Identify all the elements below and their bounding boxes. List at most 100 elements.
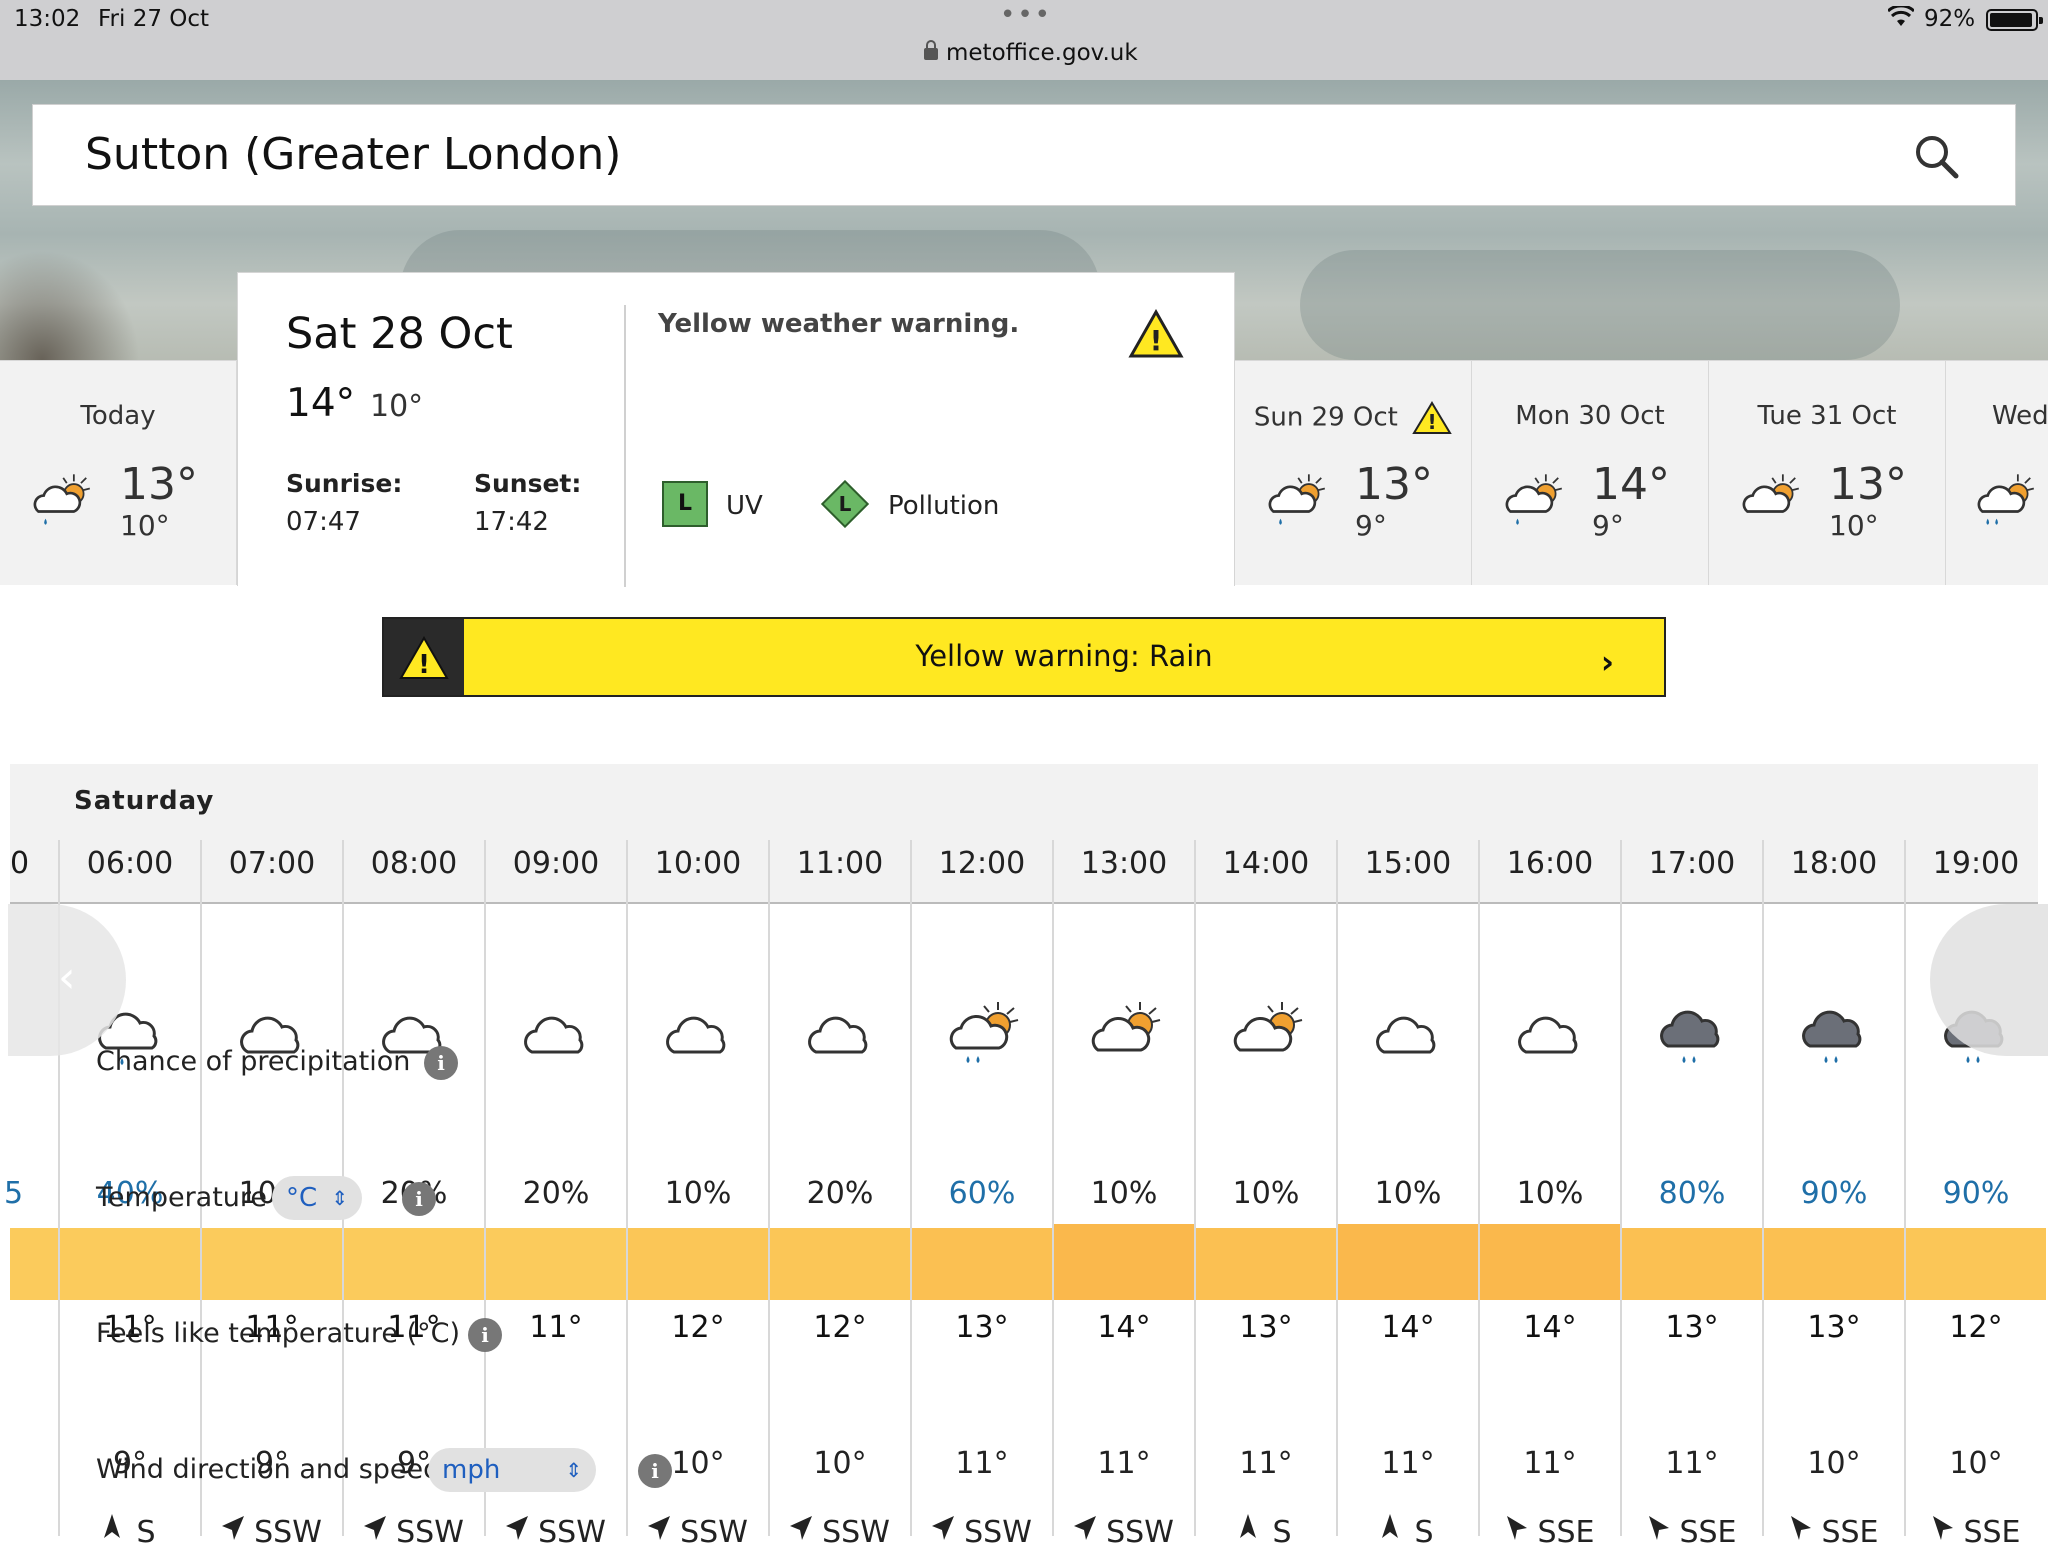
temperature-value: 12° <box>671 1310 725 1345</box>
wind-arrow-icon <box>506 1516 529 1540</box>
wind-direction: SSW <box>680 1515 748 1550</box>
sunny-interval-icon <box>1233 1002 1303 1052</box>
wind-value: SSE <box>1906 1514 2046 1550</box>
hour-time: 06:00 <box>86 846 174 881</box>
cloud-icon <box>1376 1016 1436 1054</box>
tab-name: Tue 31 Oct <box>1757 401 1897 431</box>
partial-precip: 5 <box>4 1176 24 1211</box>
wind-arrow-icon <box>1507 1516 1528 1540</box>
wind-arrow-icon <box>790 1516 813 1540</box>
wind-arrow-icon <box>364 1516 387 1540</box>
sunrise-label: Sunrise: <box>286 469 403 498</box>
location-search[interactable]: Sutton (Greater London) <box>32 104 2016 206</box>
wind-arrow-icon <box>1074 1516 1097 1540</box>
divider <box>624 305 626 587</box>
tab-low: 9° <box>1592 509 1624 542</box>
status-date: Fri 27 Oct <box>98 6 210 32</box>
feels-like-label: Feels like temperature (°C) <box>96 1318 461 1349</box>
wind-value: S <box>1196 1514 1336 1550</box>
temp-unit: °C <box>286 1183 318 1213</box>
lock-icon <box>924 40 938 60</box>
hour-column: 13:00 10% 14° 11° SSW <box>1052 840 1194 1550</box>
wind-arrow-icon <box>1649 1516 1670 1540</box>
sunny-interval-cloud-icon <box>1742 474 1800 513</box>
hour-column: 15:00 10% 14° 11° S <box>1336 840 1478 1550</box>
location-name: Sutton (Greater London) <box>85 129 622 180</box>
battery-icon <box>1986 9 2043 31</box>
tab-high: 13° <box>1829 459 1907 510</box>
tab-low: 10° <box>1829 509 1879 542</box>
wind-direction: SSW <box>964 1515 1032 1550</box>
feels-like-value: 11° <box>1523 1446 1577 1481</box>
uv-label[interactable]: UV <box>726 491 763 521</box>
more-dots-icon[interactable]: ••• <box>1000 0 1052 30</box>
hour-time: 16:00 <box>1506 846 1594 881</box>
pollution-label[interactable]: Pollution <box>888 491 999 521</box>
wifi-icon <box>1886 4 1916 34</box>
tab-high: 13° <box>1355 459 1433 510</box>
hour-time: 18:00 <box>1790 846 1878 881</box>
sunny-interval-light-rain-icon <box>33 474 91 525</box>
tab-wed[interactable]: Wed <box>1946 360 2048 585</box>
wind-value: SSE <box>1480 1514 1620 1550</box>
wind-direction: S <box>1414 1515 1434 1550</box>
hour-time: 11:00 <box>796 846 884 881</box>
tab-high: 13° <box>120 459 198 510</box>
address-bar[interactable]: metoffice.gov.uk <box>924 40 1138 66</box>
precipitation-value: 80% <box>1658 1176 1726 1211</box>
feels-like-value: 11° <box>1097 1446 1151 1481</box>
feels-like-value: 11° <box>955 1446 1009 1481</box>
precipitation-value: 20% <box>522 1176 590 1211</box>
tab-mon-30-oct[interactable]: Mon 30 Oct 14° 9° <box>1472 360 1709 585</box>
temperature-value: 11° <box>529 1310 583 1345</box>
wind-value: SSE <box>1764 1514 1904 1550</box>
pollution-badge[interactable]: L <box>820 479 870 529</box>
temperature-label: Temperature <box>96 1182 268 1213</box>
temperature-unit-select[interactable]: °C ⇕ <box>272 1176 362 1220</box>
tab-low: 10° <box>120 509 170 542</box>
precipitation-value: 20% <box>806 1176 874 1211</box>
tab-sun-29-oct[interactable]: Sun 29 Oct ! 13° 9° <box>1235 360 1472 585</box>
banner-text: Yellow warning: Rain <box>915 639 1213 673</box>
temperature-value: 13° <box>1807 1310 1861 1345</box>
cloud-icon <box>666 1016 726 1054</box>
wind-direction: S <box>136 1515 156 1550</box>
tab-tue-31-oct[interactable]: Tue 31 Oct 13° 10° <box>1709 360 1946 585</box>
temperature-value: 12° <box>1949 1310 2003 1345</box>
hour-time: 07:00 <box>228 846 316 881</box>
wind-direction: SSW <box>396 1515 464 1550</box>
sunset-time: 17:42 <box>474 507 549 537</box>
hour-time: 09:00 <box>512 846 600 881</box>
wind-value: S <box>60 1514 200 1550</box>
wind-arrow-icon <box>1240 1514 1257 1538</box>
rain-warning-banner[interactable]: ! Yellow warning: Rain › <box>382 617 1666 697</box>
sunny-interval-light-rain-icon <box>1505 474 1563 525</box>
info-icon[interactable]: i <box>424 1046 458 1080</box>
chevron-updown-icon: ⇕ <box>565 1458 582 1482</box>
hourly-forecast: Saturday 0 5 06:0040%11°9°S07:0010%11°9°… <box>4 764 2048 1550</box>
sunny-interval-rain-icon <box>1977 474 2035 525</box>
feels-like-value: 11° <box>1239 1446 1293 1481</box>
selected-high: 14° <box>286 381 356 426</box>
hour-time: 15:00 <box>1364 846 1452 881</box>
chevron-left-icon: ‹ <box>58 952 76 1003</box>
precipitation-value: 10% <box>1516 1176 1584 1211</box>
hour-column: 12:00 60% 13° 11° SSW <box>910 840 1052 1550</box>
hour-column: 09:0020%11°9°SSW <box>484 840 626 1550</box>
uv-badge[interactable]: L <box>662 481 708 527</box>
wind-value: SSW <box>770 1514 910 1550</box>
wind-unit-select[interactable]: mph ⇕ <box>428 1448 596 1492</box>
chevron-updown-icon: ⇕ <box>331 1186 348 1210</box>
warning-triangle-icon[interactable]: ! <box>1128 309 1184 359</box>
weather-warning-text[interactable]: Yellow weather warning. <box>658 309 1019 339</box>
tab-today[interactable]: Today 13° 10° <box>0 360 237 585</box>
precipitation-value: 10% <box>1090 1176 1158 1211</box>
wind-unit: mph <box>442 1455 501 1485</box>
info-icon[interactable]: i <box>638 1454 672 1488</box>
info-icon[interactable]: i <box>402 1182 436 1216</box>
info-icon[interactable]: i <box>468 1318 502 1352</box>
search-icon[interactable] <box>1913 133 1959 179</box>
temperature-value: 14° <box>1097 1310 1151 1345</box>
hourly-day-label: Saturday <box>74 786 215 816</box>
wind-direction: SSE <box>1821 1515 1879 1550</box>
